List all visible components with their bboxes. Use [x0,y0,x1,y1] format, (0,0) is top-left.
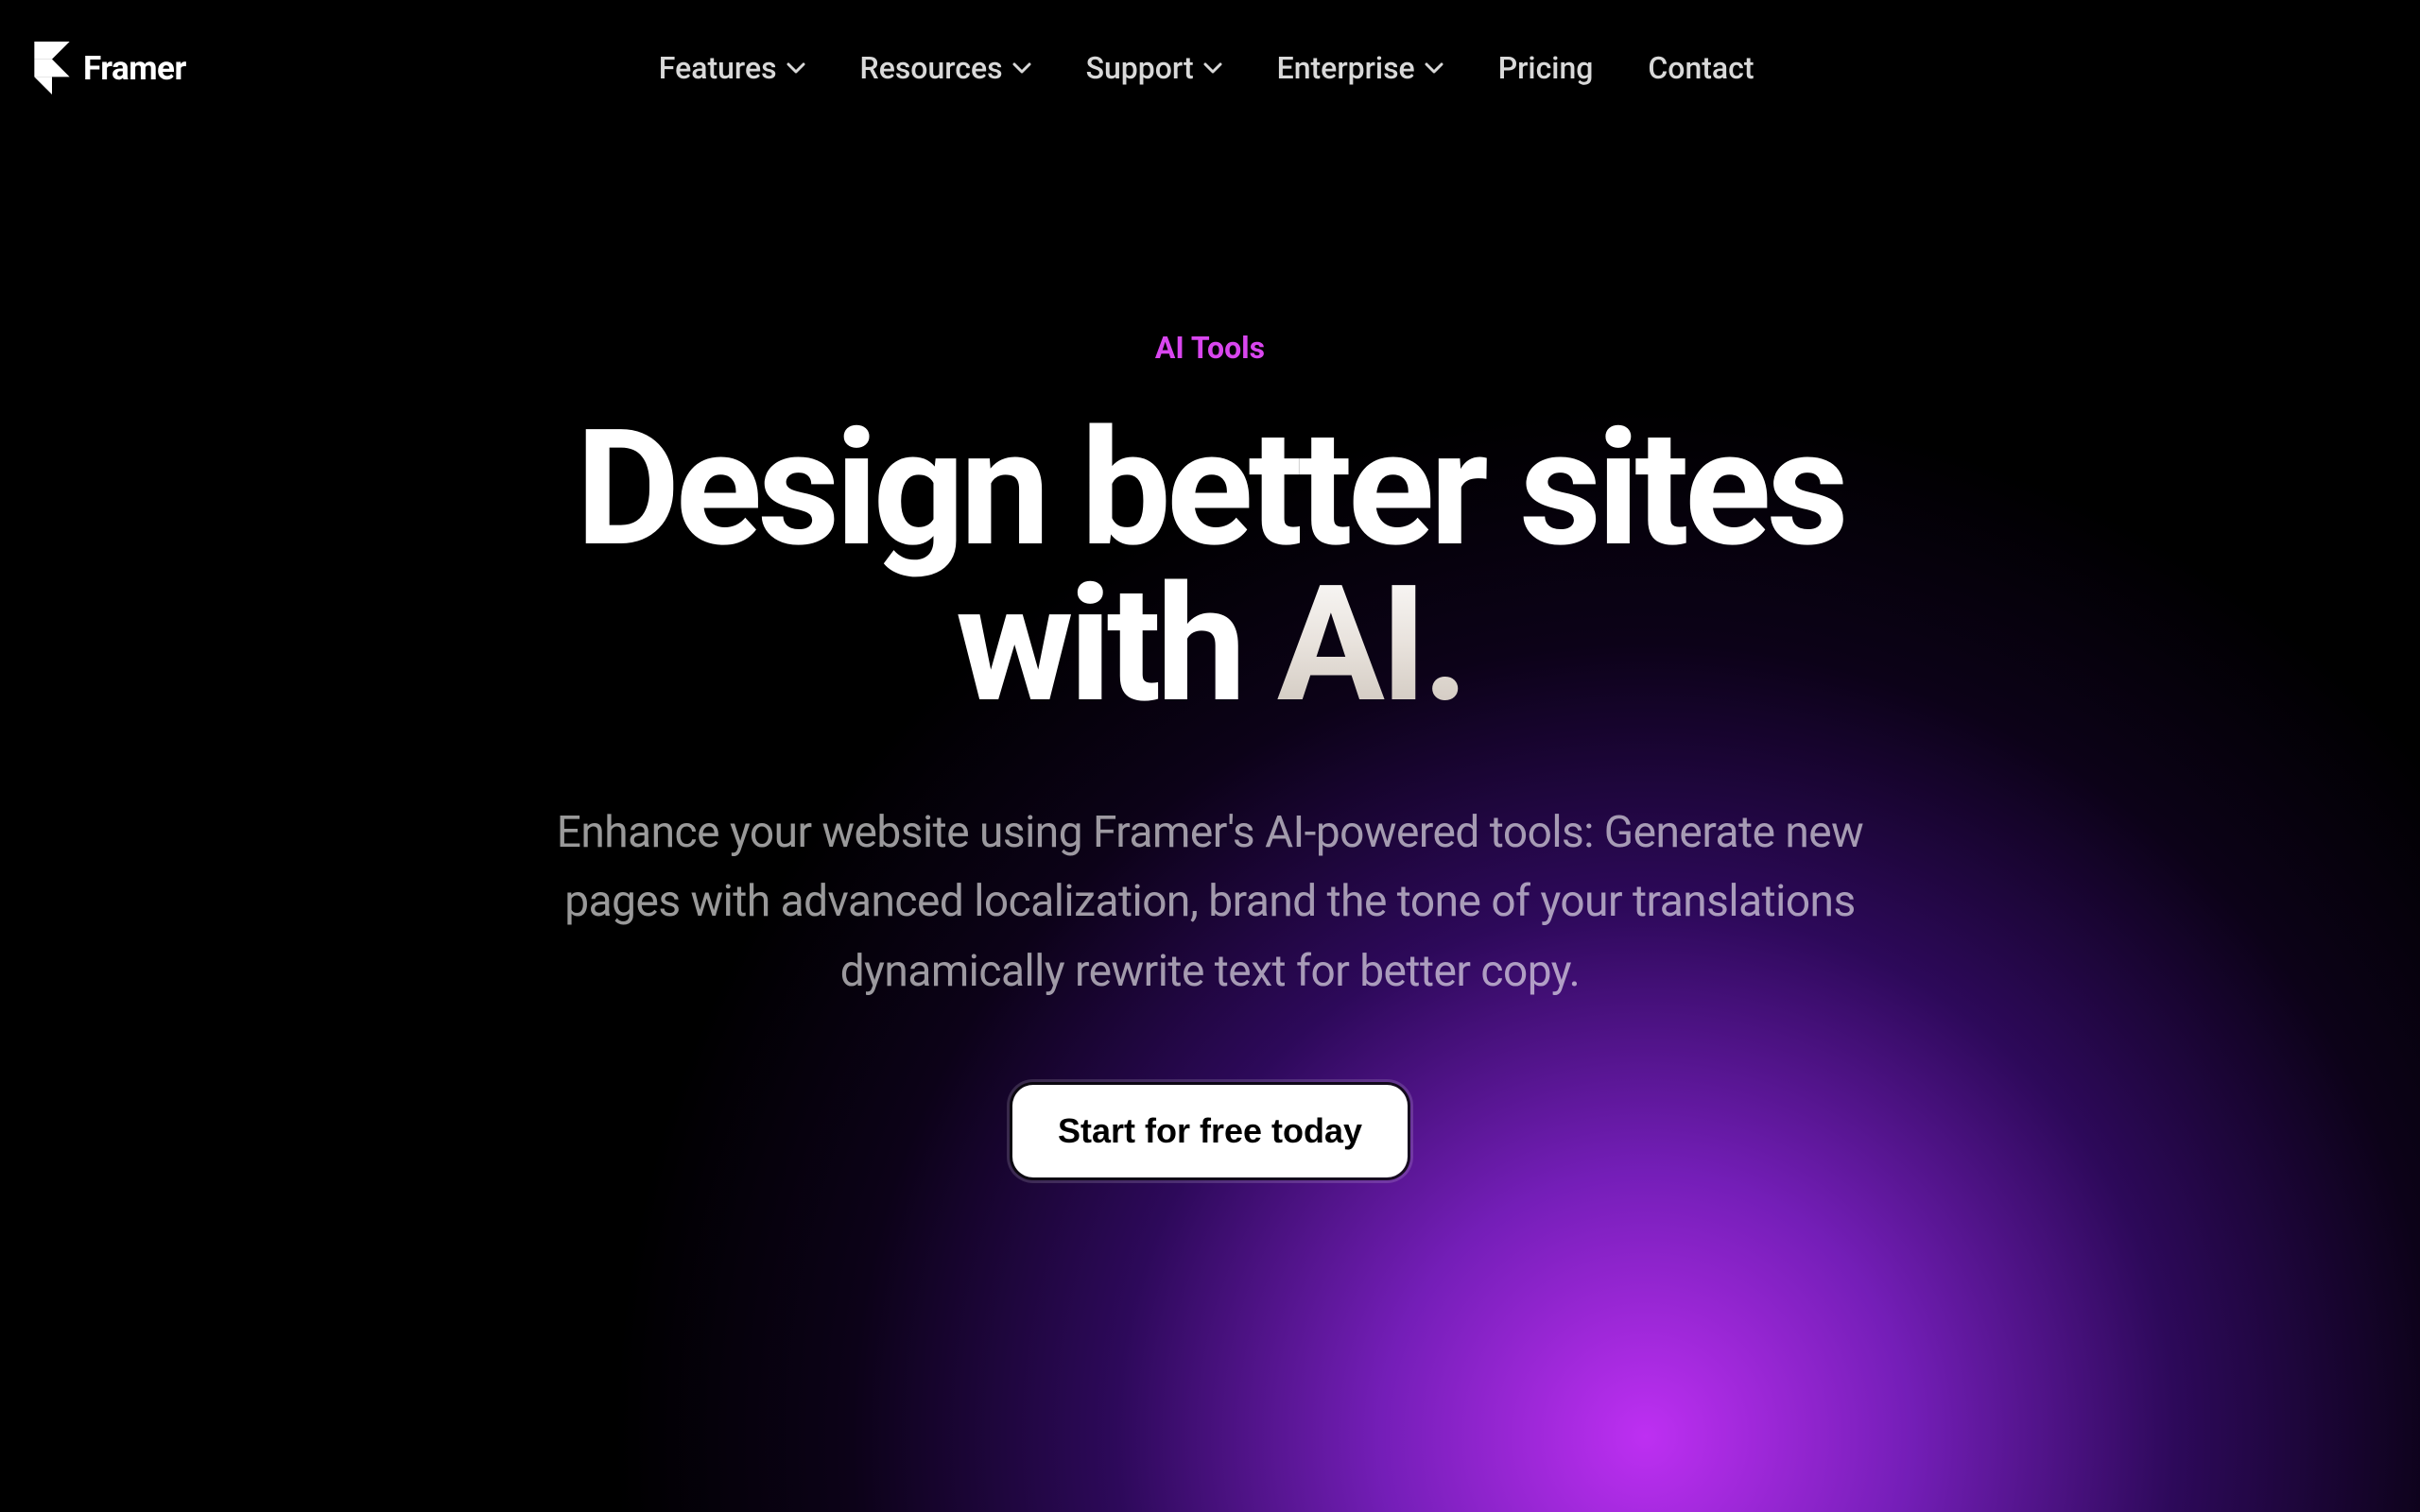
chevron-down-icon [1425,62,1443,74]
page-headline: Design better sites with AI. [548,411,1872,723]
brand-name: Framer [83,49,186,88]
nav-label: Features [659,50,777,86]
nav-links: Features Resources Support Enterprise Pr… [659,50,1754,86]
nav-contact[interactable]: Contact [1648,50,1754,86]
nav-resources[interactable]: Resources [860,50,1031,86]
chevron-down-icon [1012,62,1031,74]
headline-text: Design better sites with [576,394,1844,739]
subheadline: Enhance your website using Framer's AI-p… [501,799,1919,1007]
nav-enterprise[interactable]: Enterprise [1277,50,1443,86]
nav-features[interactable]: Features [659,50,805,86]
start-free-button[interactable]: Start for free today [1012,1085,1408,1177]
framer-logo-icon [34,42,70,94]
eyebrow-label: AI Tools [1155,330,1265,366]
nav-label: Contact [1648,50,1754,86]
nav-label: Pricing [1498,50,1594,86]
chevron-down-icon [786,62,805,74]
logo[interactable]: Framer [34,42,186,94]
navbar: Framer Features Resources Support Enterp… [0,0,2420,136]
chevron-down-icon [1203,62,1222,74]
nav-label: Resources [860,50,1003,86]
nav-label: Support [1086,50,1194,86]
nav-support[interactable]: Support [1086,50,1222,86]
nav-pricing[interactable]: Pricing [1498,50,1594,86]
nav-label: Enterprise [1277,50,1415,86]
headline-ai-word: AI. [1277,550,1464,739]
hero-section: AI Tools Design better sites with AI. En… [0,330,2420,1177]
